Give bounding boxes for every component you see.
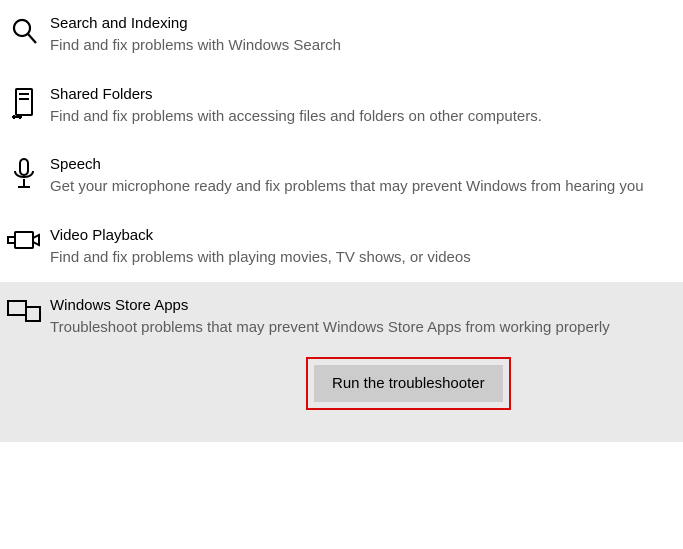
troubleshooter-item-speech[interactable]: Speech Get your microphone ready and fix… — [0, 141, 683, 212]
run-troubleshooter-button[interactable]: Run the troubleshooter — [314, 365, 503, 402]
troubleshooter-title: Windows Store Apps — [50, 296, 647, 316]
troubleshooter-title: Speech — [50, 155, 647, 175]
troubleshooter-text: Search and Indexing Find and fix problem… — [44, 14, 671, 57]
troubleshooter-item-search[interactable]: Search and Indexing Find and fix problem… — [0, 0, 683, 71]
troubleshooter-text: Video Playback Find and fix problems wit… — [44, 226, 671, 269]
troubleshooter-description: Find and fix problems with playing movie… — [50, 248, 647, 268]
troubleshooter-item-store[interactable]: Windows Store Apps Troubleshoot problems… — [0, 282, 683, 442]
troubleshooter-title: Search and Indexing — [50, 14, 647, 34]
troubleshooter-text: Speech Get your microphone ready and fix… — [44, 155, 671, 198]
troubleshooter-text: Windows Store Apps Troubleshoot problems… — [44, 296, 671, 410]
troubleshooter-item-shared-folders[interactable]: Shared Folders Find and fix problems wit… — [0, 71, 683, 142]
troubleshooter-description: Troubleshoot problems that may prevent W… — [50, 318, 647, 338]
troubleshooter-description: Get your microphone ready and fix proble… — [50, 177, 647, 197]
store-apps-icon — [4, 296, 44, 324]
troubleshooter-description: Find and fix problems with Windows Searc… — [50, 36, 647, 56]
search-icon — [4, 14, 44, 46]
troubleshooter-title: Video Playback — [50, 226, 647, 246]
video-camera-icon — [4, 226, 44, 252]
action-highlight: Run the troubleshooter — [306, 357, 511, 410]
troubleshooter-text: Shared Folders Find and fix problems wit… — [44, 85, 671, 128]
troubleshooter-description: Find and fix problems with accessing fil… — [50, 107, 647, 127]
troubleshooter-item-video[interactable]: Video Playback Find and fix problems wit… — [0, 212, 683, 283]
shared-folders-icon — [4, 85, 44, 119]
troubleshooter-list: Search and Indexing Find and fix problem… — [0, 0, 683, 442]
troubleshooter-title: Shared Folders — [50, 85, 647, 105]
microphone-icon — [4, 155, 44, 191]
